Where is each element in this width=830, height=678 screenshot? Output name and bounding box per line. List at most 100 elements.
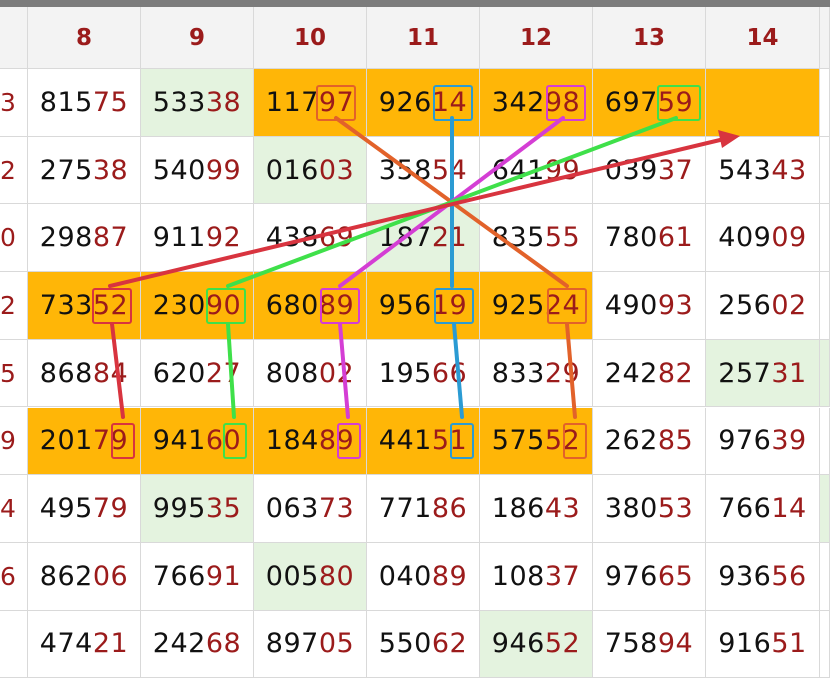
table-cell[interactable]: 780 61 (593, 204, 706, 273)
table-cell[interactable]: 380 53 (593, 475, 706, 543)
table-cell[interactable]: 976 65 (593, 542, 706, 611)
table-cell[interactable]: 897 05 (254, 610, 367, 678)
table-cell[interactable]: 995 35 (141, 475, 254, 543)
table-cell[interactable]: 868 84 (28, 339, 141, 408)
table-cell[interactable]: 016 03 (254, 136, 367, 205)
table-cell[interactable]: 697 59 (593, 69, 706, 137)
column-header[interactable]: 13 (593, 7, 706, 69)
digits-tail: 02 (318, 357, 355, 389)
digits-tail: 43 (771, 154, 807, 186)
digits-tail: 66 (431, 357, 468, 389)
table-cell[interactable]: 201 79 (28, 407, 141, 476)
table-cell[interactable]: 490 93 (593, 272, 706, 340)
table-cell[interactable]: 540 99 (141, 136, 254, 205)
digits-tail: 59 (657, 86, 694, 118)
digits-tail: 38 (205, 86, 242, 118)
table-cell[interactable]: 956 19 (367, 272, 480, 340)
table-cell[interactable]: 766 91 (141, 542, 254, 611)
table-cell[interactable]: 771 86 (367, 475, 480, 543)
table-cell[interactable]: 641 99 (480, 136, 593, 205)
table-cell (820, 69, 830, 137)
table-cell[interactable]: 733 52 (28, 272, 141, 340)
table-cell[interactable]: 936 56 (706, 542, 820, 611)
table-cell[interactable]: 495 79 (28, 475, 141, 543)
table-cell[interactable]: 063 73 (254, 475, 367, 543)
digits-tail: 43 (544, 493, 581, 525)
table-cell[interactable]: 039 37 (593, 136, 706, 205)
table-cell[interactable]: 342 98 (480, 69, 593, 137)
table-cell[interactable]: 108 37 (480, 542, 593, 611)
table-cell[interactable]: 441 51 (367, 407, 480, 476)
table-cell[interactable]: 758 94 (593, 610, 706, 678)
table-cell[interactable]: 187 21 (367, 204, 480, 273)
digits-lead: 438 (265, 222, 319, 254)
digits-tail: 29 (544, 357, 581, 389)
column-header[interactable]: 14 (706, 7, 820, 69)
table-cell[interactable]: 230 90 (141, 272, 254, 340)
table-cell[interactable]: 256 02 (706, 272, 820, 340)
table-cell[interactable]: 620 27 (141, 339, 254, 408)
digits-tail: 24 (544, 289, 581, 321)
table-cell[interactable]: 186 43 (480, 475, 593, 543)
column-header[interactable]: 11 (367, 7, 480, 69)
digits-tail: 99 (544, 154, 581, 186)
digits-tail: 79 (92, 425, 129, 457)
table-cell[interactable]: 941 60 (141, 407, 254, 476)
table-cell[interactable]: 833 29 (480, 339, 593, 408)
row-label: 3 (0, 69, 28, 137)
column-header[interactable]: 8 (28, 7, 141, 69)
column-header[interactable]: 10 (254, 7, 367, 69)
table-cell[interactable]: 575 52 (480, 407, 593, 476)
digits-lead: 195 (378, 357, 432, 389)
table-cell[interactable]: 543 43 (706, 136, 820, 205)
table-cell[interactable]: 766 14 (706, 475, 820, 543)
digits-tail: 75 (92, 86, 129, 118)
table-cell[interactable]: 005 80 (254, 542, 367, 611)
table-cell[interactable]: 117 97 (254, 69, 367, 137)
digits-lead: 575 (491, 425, 545, 457)
digits-lead: 995 (152, 493, 206, 525)
table-cell[interactable]: 438 69 (254, 204, 367, 273)
digits-lead: 780 (604, 222, 658, 254)
table-cell[interactable]: 911 92 (141, 204, 254, 273)
table-cell[interactable] (706, 69, 820, 137)
table-cell[interactable]: 242 68 (141, 610, 254, 678)
table-cell[interactable]: 946 52 (480, 610, 593, 678)
digits-tail: 06 (92, 560, 129, 592)
digits-tail: 51 (431, 425, 468, 457)
row-label: 2 (0, 272, 28, 340)
column-header[interactable]: 12 (480, 7, 593, 69)
table-cell[interactable]: 533 38 (141, 69, 254, 137)
table-cell[interactable]: 926 14 (367, 69, 480, 137)
digits-tail: 21 (431, 222, 468, 254)
table-cell[interactable]: 195 66 (367, 339, 480, 408)
table-cell[interactable]: 550 62 (367, 610, 480, 678)
table-cell[interactable]: 808 02 (254, 339, 367, 408)
table-cell[interactable]: 815 75 (28, 69, 141, 137)
column-header[interactable] (0, 7, 28, 69)
digits-lead: 039 (604, 154, 658, 186)
table-cell[interactable]: 474 21 (28, 610, 141, 678)
table-cell[interactable]: 835 55 (480, 204, 593, 273)
table-cell[interactable]: 262 85 (593, 407, 706, 476)
digits-lead: 808 (265, 357, 319, 389)
table-cell[interactable]: 257 31 (706, 339, 820, 408)
column-header[interactable]: 9 (141, 7, 254, 69)
digits-tail: 19 (431, 289, 468, 321)
table-cell[interactable]: 358 54 (367, 136, 480, 205)
table-cell[interactable]: 976 39 (706, 407, 820, 476)
table-cell[interactable]: 409 09 (706, 204, 820, 273)
table-cell (820, 339, 830, 408)
digits-lead: 256 (718, 289, 772, 321)
digits-tail: 93 (657, 289, 694, 321)
table-cell[interactable]: 862 06 (28, 542, 141, 611)
table-cell[interactable]: 916 51 (706, 610, 820, 678)
table-cell[interactable]: 040 89 (367, 542, 480, 611)
table-cell[interactable]: 680 89 (254, 272, 367, 340)
table-cell[interactable]: 298 87 (28, 204, 141, 273)
digits-tail: 82 (657, 357, 694, 389)
table-cell[interactable]: 275 38 (28, 136, 141, 205)
table-cell[interactable]: 925 24 (480, 272, 593, 340)
table-cell[interactable]: 242 82 (593, 339, 706, 408)
table-cell[interactable]: 184 89 (254, 407, 367, 476)
